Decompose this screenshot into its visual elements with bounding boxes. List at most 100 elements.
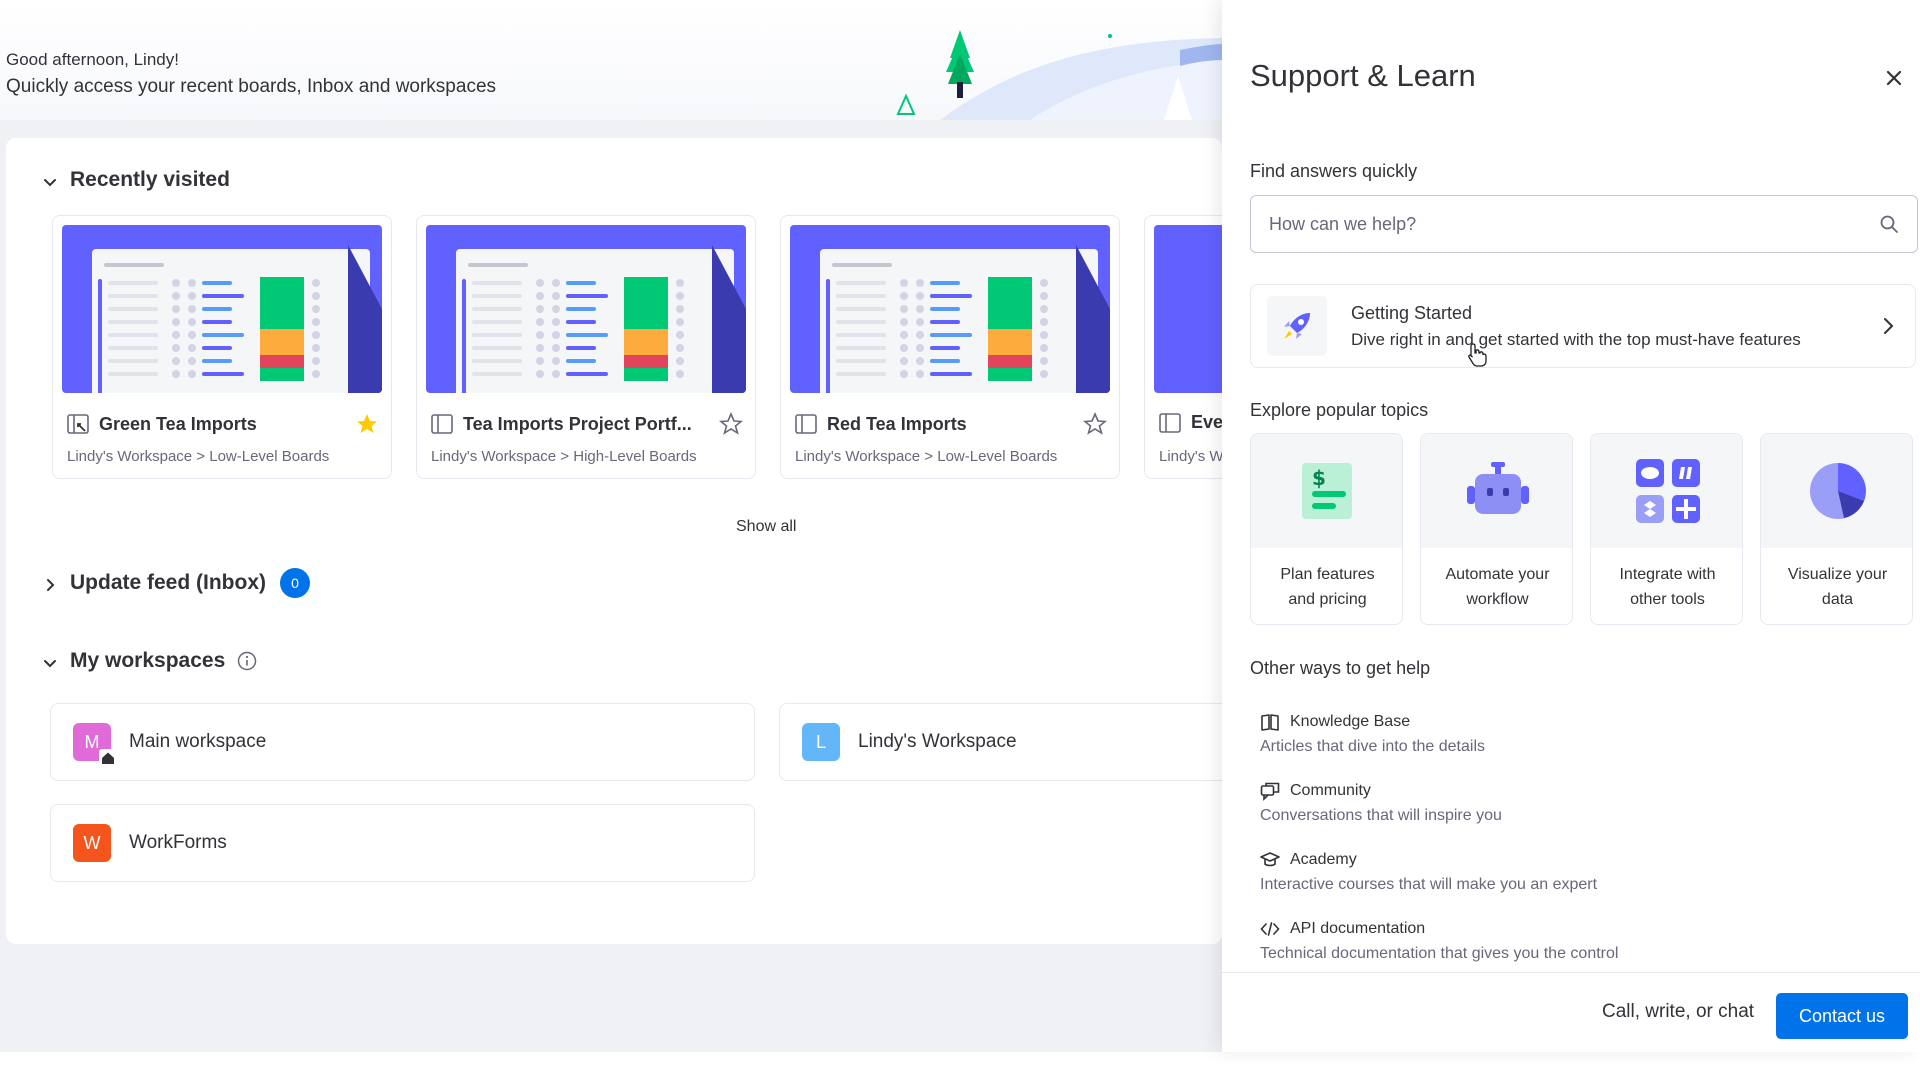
help-item-knowledge-base[interactable]: Knowledge Base Articles that dive into t… — [1260, 712, 1860, 756]
search-icon[interactable] — [1879, 214, 1899, 234]
thumbnail-decoration — [552, 344, 560, 352]
thumbnail-decoration — [676, 318, 684, 326]
help-item-description: Interactive courses that will make you a… — [1260, 876, 1598, 893]
thumbnail-decoration — [260, 355, 304, 368]
board-card-partial[interactable]: Ever Lindy's W — [1144, 215, 1222, 479]
greeting-text: Good afternoon, Lindy! — [6, 50, 179, 69]
thumbnail-decoration — [172, 318, 180, 326]
thumbnail-decoration — [566, 320, 596, 324]
chevron-right-icon — [42, 575, 58, 591]
workspace-avatar: L — [802, 723, 840, 761]
help-search-box[interactable] — [1250, 195, 1918, 253]
thumbnail-decoration — [988, 355, 1032, 368]
board-card-tea-imports-portfolio[interactable]: Tea Imports Project Portf... Lindy's Wor… — [416, 215, 756, 479]
thumbnail-decoration — [536, 305, 544, 313]
help-item-community[interactable]: Community Conversations that will inspir… — [1260, 781, 1860, 825]
thumbnail-decoration — [104, 263, 164, 267]
thumbnail-decoration — [988, 316, 1032, 329]
thumbnail-decoration — [566, 281, 596, 285]
dashboard-board-icon — [67, 414, 89, 434]
thumbnail-decoration — [108, 294, 158, 298]
thumbnail-decoration — [1040, 357, 1048, 365]
star-icon[interactable] — [719, 412, 743, 436]
thumbnail-decoration — [202, 372, 244, 376]
getting-started-description: Dive right in and get started with the t… — [1351, 329, 1801, 349]
thumbnail-decoration — [536, 292, 544, 300]
thumbnail-decoration — [900, 344, 908, 352]
thumbnail-decoration — [108, 372, 158, 376]
recently-visited-header[interactable]: Recently visited — [42, 168, 230, 192]
thumbnail-decoration — [624, 342, 668, 355]
board-icon — [1159, 412, 1181, 433]
close-icon[interactable] — [1882, 66, 1906, 90]
thumbnail-decoration — [900, 279, 908, 287]
workspace-card-lindy[interactable]: L Lindy's Workspace — [779, 703, 1222, 781]
board-title[interactable]: Tea Imports Project Portf... — [463, 414, 709, 435]
star-icon-filled[interactable] — [355, 412, 379, 436]
thumbnail-decoration — [202, 307, 232, 311]
thumbnail-decoration — [930, 307, 960, 311]
thumbnail-decoration — [202, 281, 232, 285]
thumbnail-decoration — [188, 370, 196, 378]
topic-label: Visualize your data — [1787, 566, 1888, 608]
book-icon — [1261, 714, 1279, 731]
thumbnail-decoration — [624, 355, 668, 368]
thumbnail-decoration — [260, 303, 304, 316]
home-icon — [99, 749, 117, 767]
pricing-icon: $ — [1301, 463, 1352, 519]
contact-us-button[interactable]: Contact us — [1776, 993, 1908, 1039]
thumbnail-decoration — [552, 357, 560, 365]
thumbnail-decoration — [202, 294, 244, 298]
greeting-subtitle: Quickly access your recent boards, Inbox… — [6, 76, 497, 97]
thumbnail-decoration — [472, 281, 522, 285]
thumbnail-decoration — [566, 307, 596, 311]
topic-card-integrate[interactable]: Integrate with other tools — [1590, 433, 1743, 625]
thumbnail-decoration — [172, 292, 180, 300]
community-icon — [1260, 782, 1280, 801]
topic-card-automate[interactable]: Automate your workflow — [1420, 433, 1573, 625]
star-icon[interactable] — [1083, 412, 1107, 436]
topic-card-pricing[interactable]: $ Plan features and pricing — [1250, 433, 1403, 625]
thumbnail-decoration — [536, 370, 544, 378]
thumbnail-decoration — [260, 290, 304, 303]
board-thumbnail — [62, 225, 382, 393]
greeting-banner: Good afternoon, Lindy! Quickly access yo… — [0, 0, 1222, 120]
support-learn-panel: Support & Learn Find answers quickly Get… — [1222, 0, 1920, 1052]
help-item-title: Knowledge Base — [1290, 713, 1411, 730]
help-item-academy[interactable]: Academy Interactive courses that will ma… — [1260, 850, 1860, 894]
thumbnail-decoration — [900, 357, 908, 365]
help-item-api-docs[interactable]: API documentation Technical documentatio… — [1260, 919, 1860, 963]
topic-card-visualize[interactable]: Visualize your data — [1760, 433, 1913, 625]
board-title[interactable]: Green Tea Imports — [99, 414, 345, 435]
update-feed-header[interactable]: Update feed (Inbox) 0 — [42, 568, 311, 598]
thumbnail-decoration — [312, 318, 320, 326]
my-workspaces-header[interactable]: My workspaces — [42, 649, 257, 673]
thumbnail-decoration — [172, 370, 180, 378]
thumbnail-decoration — [988, 368, 1032, 381]
getting-started-card[interactable]: Getting Started Dive right in and get st… — [1250, 284, 1916, 368]
thumbnail-decoration — [552, 292, 560, 300]
workspace-card-workforms[interactable]: W WorkForms — [50, 804, 755, 882]
thumbnail-decoration — [566, 359, 596, 363]
workspace-card-main[interactable]: M Main workspace — [50, 703, 755, 781]
board-title[interactable]: Ever — [1191, 412, 1222, 433]
board-card-red-tea[interactable]: Red Tea Imports Lindy's Workspace > Low-… — [780, 215, 1120, 479]
thumbnail-decoration — [202, 320, 232, 324]
board-thumbnail — [1154, 225, 1222, 393]
thumbnail-decoration — [826, 279, 830, 393]
board-thumbnail — [426, 225, 746, 393]
thumbnail-decoration — [108, 333, 158, 337]
thumbnail-decoration — [552, 318, 560, 326]
thumbnail-decoration — [260, 277, 304, 290]
thumbnail-decoration — [1040, 292, 1048, 300]
thumbnail-decoration — [260, 342, 304, 355]
panel-footer: Call, write, or chat Contact us — [1222, 972, 1920, 1052]
robot-icon — [1466, 462, 1529, 514]
thumbnail-decoration — [930, 372, 972, 376]
thumbnail-decoration — [1040, 370, 1048, 378]
show-all-link[interactable]: Show all — [736, 518, 796, 536]
help-search-input[interactable] — [1269, 213, 1879, 235]
board-title[interactable]: Red Tea Imports — [827, 414, 1073, 435]
board-card-green-tea[interactable]: Green Tea Imports Lindy's Workspace > Lo… — [52, 215, 392, 479]
info-icon[interactable] — [237, 651, 257, 671]
